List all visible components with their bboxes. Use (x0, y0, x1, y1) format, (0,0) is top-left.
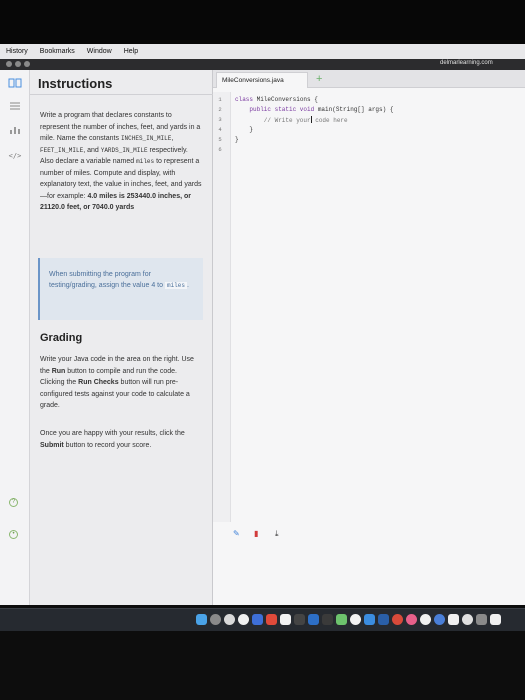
download-icon[interactable]: ⤓ (275, 529, 279, 539)
code-text: MileConversions { (253, 96, 318, 103)
monitor-bezel (0, 0, 525, 44)
code-line[interactable]: // Write your code here (235, 116, 348, 124)
app-icon[interactable] (350, 614, 361, 625)
line-number: 4 (218, 126, 222, 133)
app-icon[interactable] (420, 614, 431, 625)
calendar-icon[interactable] (280, 614, 291, 625)
word-icon[interactable] (378, 614, 389, 625)
pencil-icon[interactable]: ✎ (233, 529, 240, 539)
code-line[interactable]: } (235, 126, 253, 133)
menu-help[interactable]: Help (124, 48, 138, 55)
app-icon[interactable] (462, 614, 473, 625)
minimize-window-button[interactable] (15, 61, 21, 67)
mail-icon[interactable] (252, 614, 263, 625)
maximize-window-button[interactable] (24, 61, 30, 67)
code-icon[interactable]: </> (8, 150, 22, 162)
app-icon[interactable] (336, 614, 347, 625)
safari-icon[interactable] (224, 614, 235, 625)
line-number: 3 (218, 116, 222, 123)
menu-bookmarks[interactable]: Bookmarks (40, 48, 75, 55)
app-icon[interactable] (406, 614, 417, 625)
code-line[interactable]: class MileConversions { (235, 96, 318, 103)
code-line[interactable]: public static void main(String[] args) { (235, 106, 393, 113)
const-inches: INCHES_IN_MILE (120, 135, 172, 142)
desc-sep: , (171, 135, 174, 142)
desc-sep: , and (83, 146, 101, 154)
keyword: public static void (235, 106, 315, 113)
grading-heading: Grading (40, 332, 83, 344)
code-line[interactable]: } (235, 136, 239, 143)
chrome-icon[interactable] (238, 614, 249, 625)
const-yards: YARDS_IN_MILE (100, 146, 148, 154)
submission-note: When submitting the program for testing/… (38, 258, 203, 320)
list-icon[interactable] (8, 101, 22, 113)
app-icon[interactable] (364, 614, 375, 625)
line-number-gutter: 1 2 3 4 5 6 (213, 92, 231, 522)
app-icon[interactable] (266, 614, 277, 625)
app-icon[interactable] (490, 614, 501, 625)
finder-icon[interactable] (196, 614, 207, 625)
submit-text: button to record your score. (63, 441, 152, 449)
note-text: . (186, 282, 189, 289)
app-icon[interactable] (448, 614, 459, 625)
comment-text: // Write your (235, 117, 311, 124)
app-icon[interactable] (476, 614, 487, 625)
run-checks-label: Run Checks (78, 379, 119, 386)
const-feet: FEET_IN_MILE (40, 146, 84, 154)
submit-text: Once you are happy with your results, cl… (40, 430, 185, 437)
editor-toolbar: ✎ ▮ ⤓ (213, 523, 525, 545)
chart-icon[interactable] (8, 125, 22, 137)
app-icon[interactable] (434, 614, 445, 625)
app-icon[interactable] (308, 614, 319, 625)
divider (30, 94, 213, 95)
grading-paragraph: Write your Java code in the area on the … (40, 354, 202, 412)
note-text: When submitting the program for testing/… (49, 271, 165, 289)
menu-history[interactable]: History (6, 48, 28, 55)
instructions-panel: Instructions Write a program that declar… (30, 70, 213, 605)
code-editor: MileConversions.java + 1 2 3 4 5 6 class… (213, 70, 525, 605)
menu-bar: History Bookmarks Window Help (0, 44, 525, 59)
dock (0, 608, 525, 631)
url-text[interactable]: delmarlearning.com (440, 60, 493, 66)
comment-text: code here (311, 117, 348, 124)
submit-paragraph: Once you are happy with your results, cl… (40, 428, 202, 451)
trash-icon[interactable]: ▮ (254, 529, 258, 539)
code-text: } (235, 136, 239, 143)
book-icon[interactable] (8, 78, 22, 90)
code-text: main(String[] args) { (314, 106, 394, 113)
code-text: } (235, 126, 254, 133)
task-description: Write a program that declares constants … (40, 110, 202, 214)
line-number: 6 (218, 146, 222, 153)
line-number: 1 (218, 96, 222, 103)
launchpad-icon[interactable] (210, 614, 221, 625)
app-icon[interactable] (294, 614, 305, 625)
run-label: Run (51, 367, 66, 375)
editor-tab-bar: MileConversions.java + (213, 70, 525, 88)
close-window-button[interactable] (6, 61, 12, 67)
line-number: 2 (218, 106, 222, 113)
settings-icon[interactable]: • (9, 530, 18, 539)
add-file-button[interactable]: + (316, 72, 322, 86)
menu-window[interactable]: Window (87, 48, 112, 55)
left-sidebar: </> ? • (0, 70, 30, 605)
var-miles: miles (164, 282, 187, 289)
app-icon[interactable] (322, 614, 333, 625)
help-icon[interactable]: ? (9, 498, 18, 507)
app-icon[interactable] (392, 614, 403, 625)
keyword: class (235, 96, 254, 103)
window-controls (6, 61, 30, 67)
var-miles: miles (136, 158, 155, 165)
instructions-title: Instructions (38, 76, 113, 91)
app-area: </> ? • Instructions Write a program tha… (0, 70, 525, 605)
browser-titlebar: delmarlearning.com (0, 59, 525, 70)
submit-label: Submit (40, 441, 64, 449)
file-tab[interactable]: MileConversions.java (216, 72, 308, 88)
line-number: 5 (218, 136, 222, 143)
